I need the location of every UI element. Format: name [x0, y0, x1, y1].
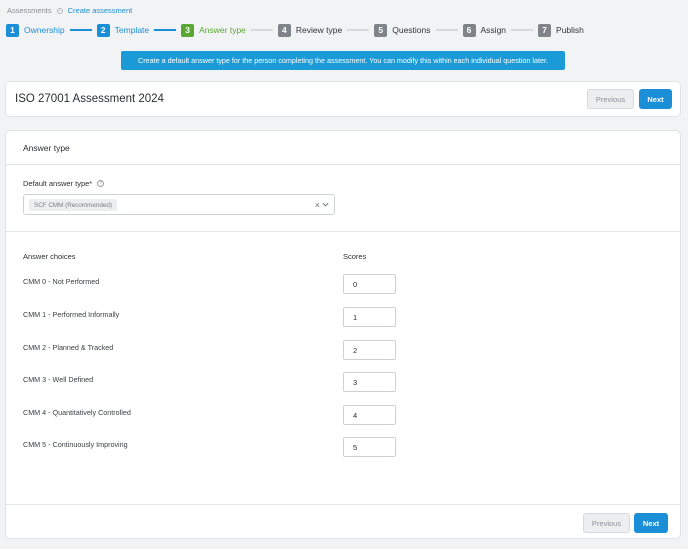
step-review-type[interactable]: 4 Review type [277, 23, 343, 37]
clear-icon[interactable]: × [315, 200, 320, 210]
breadcrumb-separator-icon [56, 7, 63, 14]
breadcrumb: Assessments Create assessment [7, 6, 132, 15]
assessment-header-card: ISO 27001 Assessment 2024 Previous Next [5, 81, 681, 117]
step-connector [154, 29, 177, 31]
scores-header: Scores [343, 252, 367, 261]
step-connector [347, 29, 370, 31]
chevron-down-icon[interactable] [321, 200, 330, 209]
score-input[interactable] [343, 372, 396, 392]
answer-type-select[interactable]: SCF CMM (Recommended) × [23, 194, 335, 215]
step-assign[interactable]: 6 Assign [462, 23, 507, 37]
breadcrumb-assessments[interactable]: Assessments [7, 6, 52, 15]
step-label: Answer type [199, 25, 246, 35]
step-questions[interactable]: 5 Questions [374, 23, 431, 37]
next-button[interactable]: Next [639, 89, 672, 109]
answer-choice-label: CMM 3 - Well Defined [23, 375, 94, 384]
footer-previous-button[interactable]: Previous [583, 513, 630, 533]
score-input[interactable] [343, 437, 396, 457]
page-title: ISO 27001 Assessment 2024 [15, 93, 164, 105]
divider [6, 504, 680, 505]
answer-type-card: Answer type Default answer type* ? SCF C… [5, 130, 681, 539]
answer-choice-label: CMM 0 - Not Performed [23, 277, 100, 286]
step-connector [511, 29, 534, 31]
step-label: Assign [480, 25, 507, 35]
step-label: Questions [392, 25, 431, 35]
answer-choice-label: CMM 2 - Planned & Tracked [23, 343, 114, 352]
step-label: Publish [556, 25, 584, 35]
step-number: 3 [181, 23, 195, 37]
step-number: 1 [6, 23, 19, 37]
step-number: 2 [96, 23, 110, 37]
step-connector [250, 29, 273, 31]
selected-answer-type-chip: SCF CMM (Recommended) [29, 199, 118, 211]
step-template[interactable]: 2 Template [96, 23, 150, 37]
answer-choice-label: CMM 5 - Continuously Improving [23, 440, 128, 449]
score-input[interactable] [343, 340, 396, 360]
answer-choice-label: CMM 4 - Quantitatively Controlled [23, 408, 131, 417]
step-number: 7 [538, 23, 552, 37]
answer-choice-label: CMM 1 - Performed Informally [23, 310, 120, 319]
step-connector [435, 29, 458, 31]
divider [6, 164, 680, 165]
footer-next-button[interactable]: Next [634, 513, 668, 533]
previous-button[interactable]: Previous [587, 89, 634, 109]
score-input[interactable] [343, 307, 396, 327]
step-label: Template [114, 25, 150, 35]
score-input[interactable] [343, 274, 396, 294]
step-number: 5 [374, 23, 388, 37]
section-title: Answer type [23, 143, 70, 153]
step-answer-type[interactable]: 3 Answer type [181, 23, 246, 37]
help-icon[interactable]: ? [97, 180, 105, 187]
divider [6, 231, 680, 232]
step-ownership[interactable]: 1 Ownership [6, 23, 65, 37]
step-number: 6 [462, 23, 476, 37]
field-label-text: Default answer type* [23, 179, 93, 188]
answer-choices-header: Answer choices [23, 252, 76, 261]
breadcrumb-create-assessment[interactable]: Create assessment [68, 6, 133, 15]
wizard-stepper: 1 Ownership 2 Template 3 Answer type 4 R… [6, 23, 584, 37]
step-number: 4 [277, 23, 291, 37]
score-input[interactable] [343, 405, 396, 425]
info-banner: Create a default answer type for the per… [121, 51, 565, 70]
step-connector [69, 29, 92, 31]
step-label: Review type [295, 25, 343, 35]
default-answer-type-label: Default answer type* ? [23, 179, 105, 188]
step-publish[interactable]: 7 Publish [538, 23, 584, 37]
step-label: Ownership [24, 25, 65, 35]
